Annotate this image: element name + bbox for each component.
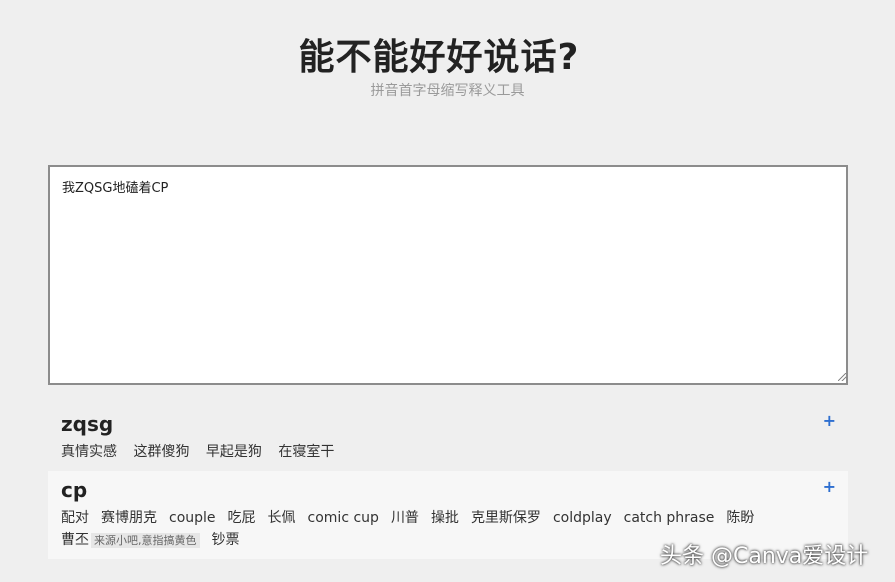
meaning-note: 来源小吧,意指搞黄色 xyxy=(91,533,200,548)
meaning-item: 早起是狗 xyxy=(205,444,262,460)
meaning-item: 钞票 xyxy=(211,532,240,548)
meaning-item: 长佩 xyxy=(267,510,296,526)
meaning-item: comic cup xyxy=(307,510,379,526)
result-card-zqsg: zqsg + 真情实感 这群傻狗 早起是狗 在寝室干 xyxy=(48,405,848,467)
meaning-item: coldplay xyxy=(552,510,612,526)
add-meaning-button[interactable]: + xyxy=(823,411,836,430)
meaning-item: 配对 xyxy=(61,510,89,526)
meaning-item: 这群傻狗 xyxy=(133,444,190,460)
meaning-item-with-note: 曹丕 来源小吧,意指搞黄色 xyxy=(61,529,200,552)
meaning-item: 川普 xyxy=(390,510,419,526)
resize-handle-icon[interactable] xyxy=(838,373,846,381)
meaning-item: 赛博朋克 xyxy=(101,510,157,526)
meaning-item: couple xyxy=(169,510,216,526)
watermark: 头条 @Canva爱设计 xyxy=(660,544,869,569)
meaning-text: 曹丕 xyxy=(61,532,89,548)
abbreviation-input-text[interactable]: 我ZQSG地磕着CP xyxy=(62,177,168,196)
meaning-item: 真情实感 xyxy=(61,444,117,460)
page-title: 能不能好好说话? xyxy=(298,37,580,78)
page-subtitle: 拼音首字母缩写释义工具 xyxy=(370,83,525,99)
meaning-list: 真情实感 这群傻狗 早起是狗 在寝室干 xyxy=(61,441,821,463)
add-meaning-button[interactable]: + xyxy=(823,477,836,496)
result-abbreviation: cp xyxy=(61,478,88,502)
meaning-item: 吃屁 xyxy=(227,510,256,526)
meaning-item: 在寝室干 xyxy=(278,444,335,460)
meaning-item: catch phrase xyxy=(623,510,715,526)
meaning-item: 克里斯保罗 xyxy=(470,510,541,526)
meaning-item: 操批 xyxy=(430,510,459,526)
meaning-item: 陈盼 xyxy=(726,510,755,526)
result-abbreviation: zqsg xyxy=(61,412,114,436)
abbreviation-input[interactable] xyxy=(48,165,848,385)
